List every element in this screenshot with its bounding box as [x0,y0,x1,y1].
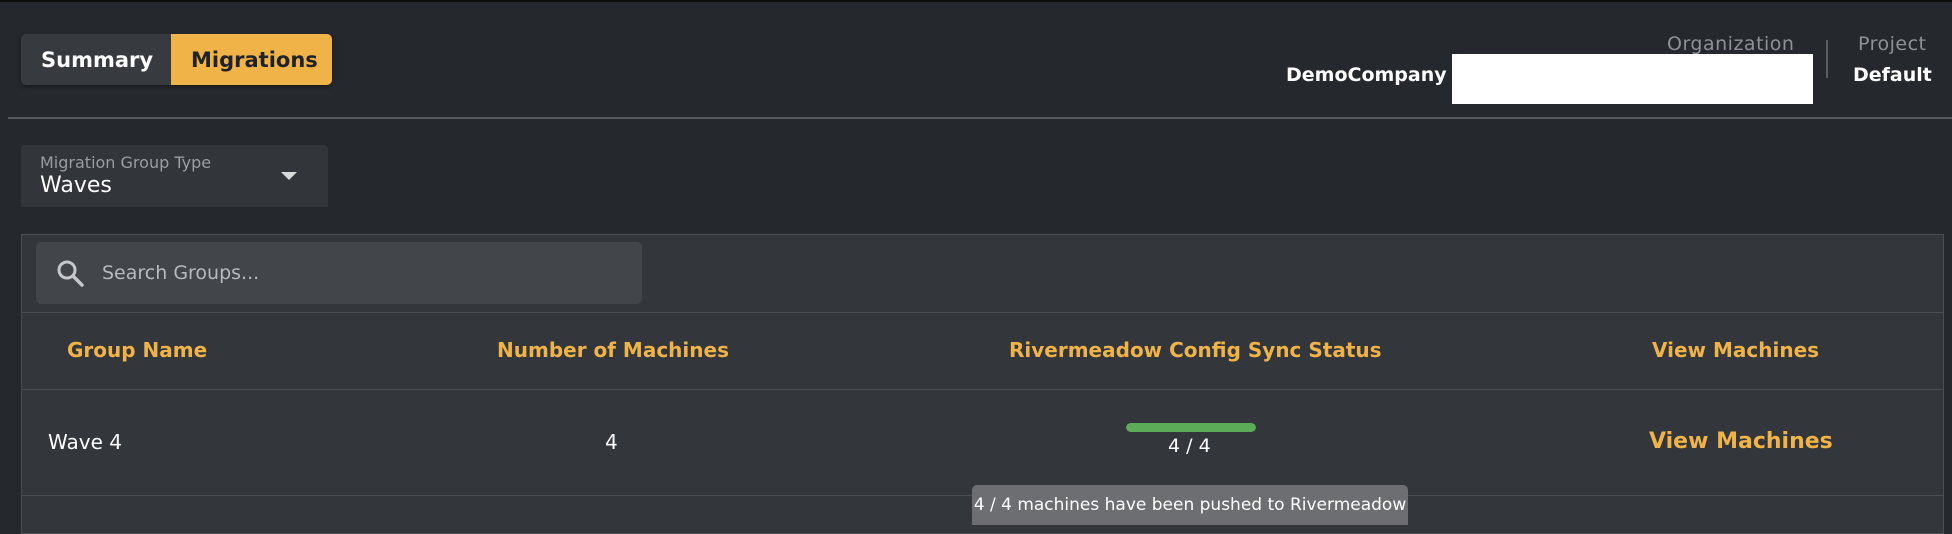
search-input[interactable] [102,242,622,304]
machine-count-cell: 4 [605,430,618,454]
sync-status-tooltip: 4 / 4 machines have been pushed to River… [972,485,1408,525]
sync-progress-fill [1126,423,1256,432]
top-border [0,0,1952,2]
tab-summary[interactable]: Summary [21,34,171,85]
project-label: Project [1858,33,1927,55]
view-tabs: Summary Migrations [21,34,332,85]
caret-down-icon [281,172,297,180]
column-header-view-machines: View Machines [1652,338,1820,362]
header-separator [8,117,1952,119]
column-header-sync-status[interactable]: Rivermeadow Config Sync Status [1009,338,1382,362]
organization-redaction-box [1452,54,1813,104]
tab-migrations[interactable]: Migrations [171,34,332,85]
column-header-number-of-machines[interactable]: Number of Machines [497,338,729,362]
sync-status-text: 4 / 4 [1168,435,1211,457]
select-label: Migration Group Type [40,153,212,172]
organization-label: Organization [1667,33,1795,55]
search-box [36,242,642,304]
organization-name: DemoCompany [1286,64,1447,86]
table-divider [22,389,1943,390]
column-header-group-name[interactable]: Group Name [67,338,207,362]
header-divider [1826,40,1828,78]
migration-group-type-select[interactable]: Migration Group Type Waves [21,145,328,207]
select-value: Waves [40,173,112,198]
view-machines-link[interactable]: View Machines [1649,429,1833,454]
project-name: Default [1853,64,1932,86]
sync-progress-bar [1126,423,1256,432]
table-divider [22,312,1943,313]
group-name-cell: Wave 4 [48,430,122,454]
search-icon [56,259,84,291]
